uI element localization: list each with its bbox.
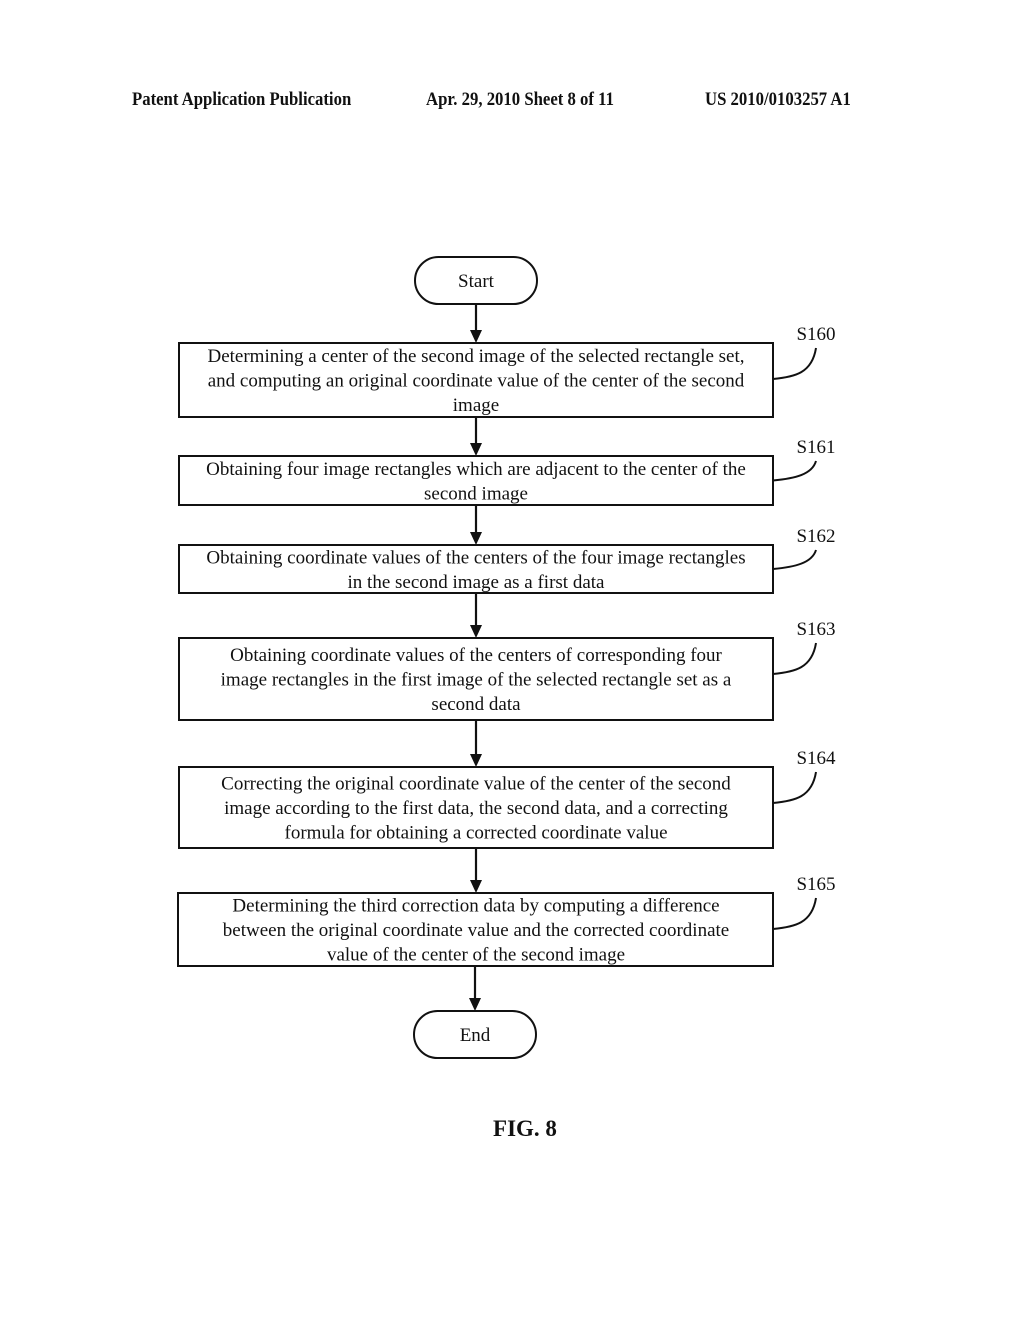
step-reference-label: S160	[796, 324, 835, 345]
step-text-line: formula for obtaining a corrected coordi…	[285, 823, 668, 844]
flow-arrow	[470, 417, 482, 456]
step-text-line: Obtaining coordinate values of the cente…	[206, 547, 745, 568]
reference-leader-line	[772, 460, 817, 482]
step-s162: Obtaining coordinate values of the cente…	[178, 526, 836, 594]
flowchart: Start Determining a center of the second…	[177, 256, 836, 1141]
flow-arrow	[470, 720, 482, 767]
step-reference-label: S161	[796, 437, 835, 458]
process-steps: Determining a center of the second image…	[177, 324, 836, 967]
flow-arrow	[470, 848, 482, 893]
step-text-line: between the original coordinate value an…	[223, 920, 729, 941]
end-label: End	[460, 1025, 491, 1046]
step-reference-label: S164	[796, 748, 836, 769]
step-reference-label: S163	[796, 619, 835, 640]
step-text-line: image rectangles in the first image of t…	[221, 670, 732, 691]
reference-leader-line	[772, 642, 817, 675]
flow-arrow	[470, 593, 482, 638]
reference-leader-line	[772, 549, 817, 570]
flow-arrow	[469, 966, 481, 1011]
reference-leader-line	[772, 347, 817, 380]
step-s163: Obtaining coordinate values of the cente…	[178, 619, 836, 721]
start-label: Start	[458, 271, 495, 292]
step-text-line: second data	[431, 694, 521, 715]
arrowhead-icon	[470, 330, 482, 343]
step-s165: Determining the third correction data by…	[177, 874, 836, 967]
arrowhead-icon	[470, 532, 482, 545]
step-s160: Determining a center of the second image…	[178, 324, 836, 418]
step-text-line: image	[453, 395, 499, 416]
step-text-line: Obtaining four image rectangles which ar…	[206, 459, 746, 480]
step-text-line: Determining a center of the second image…	[207, 346, 744, 367]
step-reference-label: S162	[796, 526, 835, 547]
step-text-line: second image	[424, 483, 528, 504]
flow-arrow	[470, 304, 482, 343]
start-terminal: Start	[414, 256, 538, 305]
arrowhead-icon	[470, 443, 482, 456]
step-s161: Obtaining four image rectangles which ar…	[178, 437, 836, 506]
step-reference-label: S165	[796, 874, 835, 895]
step-text-line: Determining the third correction data by…	[232, 896, 719, 917]
end-terminal: End	[413, 1010, 537, 1059]
reference-leader-line	[772, 897, 817, 930]
step-s164: Correcting the original coordinate value…	[178, 748, 836, 849]
arrowhead-icon	[470, 754, 482, 767]
step-text-line: Correcting the original coordinate value…	[221, 774, 731, 795]
step-text-line: and computing an original coordinate val…	[208, 371, 745, 392]
reference-leader-line	[772, 771, 817, 804]
arrowhead-icon	[470, 625, 482, 638]
arrowhead-icon	[470, 880, 482, 893]
arrowhead-icon	[469, 998, 481, 1011]
flow-arrow	[470, 505, 482, 545]
step-text-line: in the second image as a first data	[348, 572, 606, 593]
step-text-line: image according to the first data, the s…	[224, 798, 728, 819]
step-text-line: Obtaining coordinate values of the cente…	[230, 645, 722, 666]
figure-caption: FIG. 8	[493, 1116, 557, 1141]
step-text-line: value of the center of the second image	[327, 945, 625, 966]
